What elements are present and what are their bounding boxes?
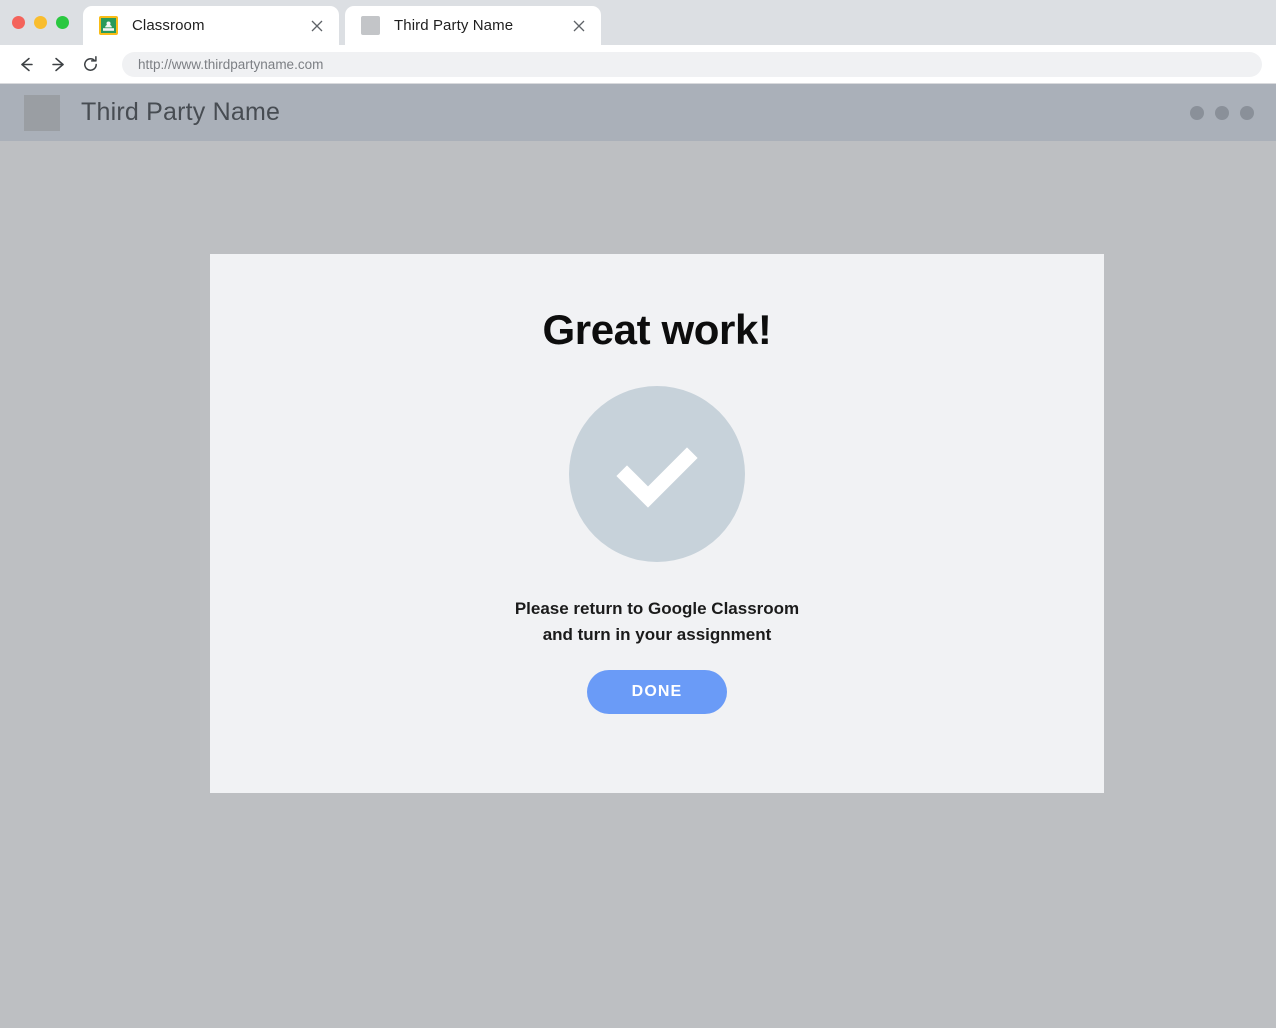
menu-dot bbox=[1190, 105, 1204, 120]
browser-tab-title: Third Party Name bbox=[394, 17, 514, 34]
url-bar[interactable]: http://www.thirdpartyname.com bbox=[122, 51, 1262, 77]
browser-tab-strip: Classroom Third Party Name bbox=[0, 0, 1276, 45]
completion-card: Great work! Please return to Google Clas… bbox=[210, 254, 1104, 793]
three-dots-icon[interactable] bbox=[1190, 105, 1254, 120]
menu-dot bbox=[1215, 105, 1229, 120]
check-circle-icon bbox=[569, 386, 745, 562]
browser-tab-title: Classroom bbox=[132, 17, 205, 34]
site-header: Third Party Name bbox=[0, 84, 1276, 141]
card-message-line-2: and turn in your assignment bbox=[542, 625, 772, 645]
google-classroom-icon bbox=[99, 16, 118, 35]
browser-tab-classroom[interactable]: Classroom bbox=[83, 6, 339, 45]
reload-icon[interactable] bbox=[74, 48, 106, 80]
tab-close-icon[interactable] bbox=[569, 16, 589, 36]
site-logo-placeholder bbox=[24, 94, 60, 131]
browser-toolbar: http://www.thirdpartyname.com bbox=[0, 45, 1276, 84]
arrow-left-icon[interactable] bbox=[10, 48, 42, 80]
window-close-button[interactable] bbox=[12, 16, 25, 29]
browser-window: Classroom Third Party Name http://www.th… bbox=[0, 0, 1276, 1028]
menu-dot bbox=[1240, 105, 1254, 120]
browser-tab-third-party[interactable]: Third Party Name bbox=[345, 6, 601, 45]
page-content-area: Great work! Please return to Google Clas… bbox=[0, 141, 1276, 1028]
card-message-line-1: Please return to Google Classroom bbox=[514, 599, 800, 618]
site-title: Third Party Name bbox=[81, 98, 281, 126]
tab-close-icon[interactable] bbox=[307, 16, 327, 36]
done-button[interactable]: DONE bbox=[587, 669, 727, 714]
window-traffic-lights bbox=[0, 0, 83, 45]
generic-site-icon bbox=[361, 16, 380, 35]
arrow-right-icon[interactable] bbox=[42, 48, 74, 80]
window-maximize-button[interactable] bbox=[56, 16, 69, 29]
url-text: http://www.thirdpartyname.com bbox=[138, 56, 324, 72]
window-minimize-button[interactable] bbox=[34, 16, 47, 29]
card-title: Great work! bbox=[542, 306, 772, 353]
card-message: Please return to Google Classroom and tu… bbox=[515, 596, 799, 649]
